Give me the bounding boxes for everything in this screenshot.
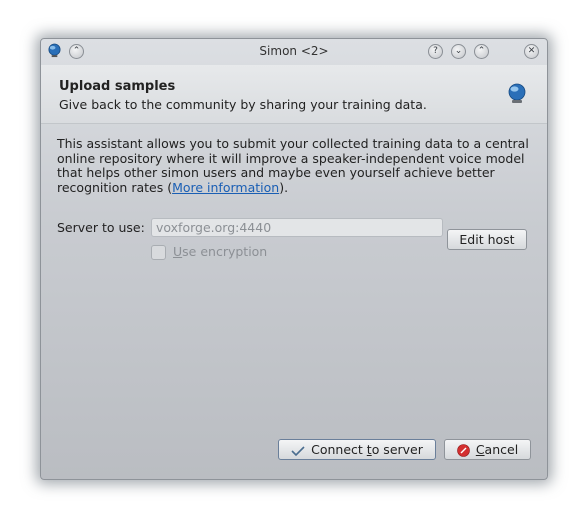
more-information-link[interactable]: More information xyxy=(172,180,279,195)
window-title: Simon <2> xyxy=(259,44,329,58)
encryption-checkbox[interactable] xyxy=(151,245,166,260)
cancel-icon xyxy=(457,444,470,457)
maximize-button[interactable]: ⌃ xyxy=(474,44,489,59)
page-subtitle: Give back to the community by sharing yo… xyxy=(59,97,427,112)
description-text: This assistant allows you to submit your… xyxy=(57,136,537,195)
description-body: This assistant allows you to submit your… xyxy=(57,136,529,195)
title-bar[interactable]: ⌃ Simon <2> ? ⌄ ⌃ ✕ xyxy=(41,39,547,65)
close-button[interactable]: ✕ xyxy=(524,44,539,59)
globe-upload-icon xyxy=(508,83,526,103)
wizard-header: Upload samples Give back to the communit… xyxy=(41,65,547,124)
encryption-label[interactable]: Use encryption xyxy=(173,244,267,259)
description-suffix: ). xyxy=(279,179,289,195)
edit-host-button[interactable]: Edit host xyxy=(447,229,527,250)
minimize-button[interactable]: ⌄ xyxy=(451,44,466,59)
connect-to-server-button[interactable]: Connect to server xyxy=(278,439,436,460)
page-title: Upload samples xyxy=(59,79,176,94)
checkmark-icon xyxy=(291,445,305,456)
server-field[interactable]: voxforge.org:4440 xyxy=(151,218,443,237)
help-button[interactable]: ? xyxy=(428,44,443,59)
server-label: Server to use: xyxy=(57,220,145,235)
dialog-window: ⌃ Simon <2> ? ⌄ ⌃ ✕ Upload samples Give … xyxy=(40,38,548,480)
cancel-button[interactable]: Cancel xyxy=(444,439,531,460)
